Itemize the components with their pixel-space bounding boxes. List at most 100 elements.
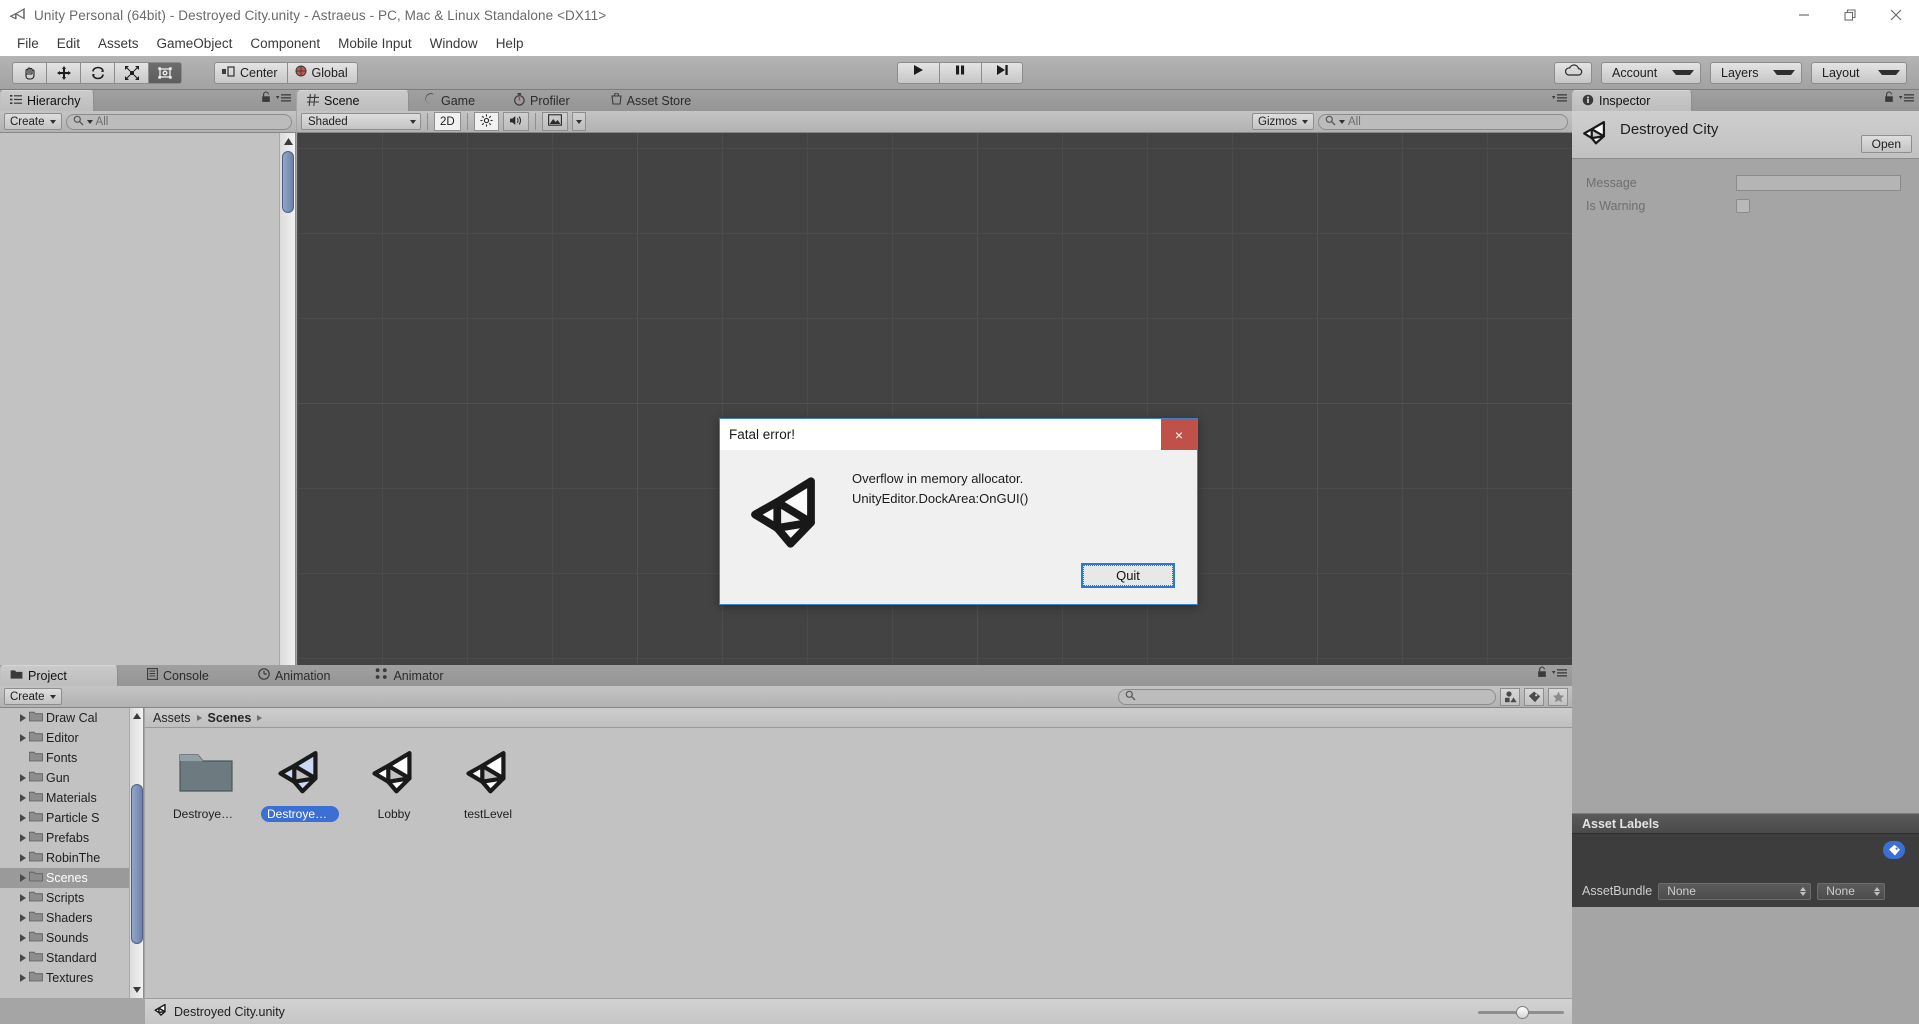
expand-triangle-icon[interactable] — [20, 794, 26, 802]
expand-triangle-icon[interactable] — [20, 974, 26, 982]
asset-item-scene-destroyed-city[interactable]: Destroyed ... — [261, 742, 339, 822]
breadcrumb-scenes[interactable]: Scenes — [208, 711, 252, 725]
project-create-button[interactable]: Create — [4, 688, 62, 705]
dialog-close-button[interactable]: × — [1161, 419, 1197, 450]
menu-help[interactable]: Help — [487, 33, 533, 54]
panel-menu-icon[interactable] — [1552, 665, 1567, 683]
rotate-tool-button[interactable] — [80, 61, 114, 84]
tree-row[interactable]: Standard — [0, 948, 143, 968]
tab-project[interactable]: Project — [0, 665, 118, 686]
label-tag-icon[interactable] — [1883, 841, 1905, 859]
pause-button[interactable] — [938, 61, 981, 84]
draw-mode-dropdown[interactable]: Shaded — [301, 113, 421, 130]
quit-button[interactable]: Quit — [1081, 563, 1175, 588]
tree-row[interactable]: Particle S — [0, 808, 143, 828]
scene-search-input[interactable]: All — [1318, 113, 1568, 130]
tree-row[interactable]: Shaders — [0, 908, 143, 928]
tree-row[interactable]: RobinThe — [0, 848, 143, 868]
scroll-up-icon[interactable] — [130, 708, 143, 724]
menu-gameobject[interactable]: GameObject — [148, 33, 242, 54]
scroll-up-icon[interactable] — [280, 133, 296, 149]
hand-tool-button[interactable] — [12, 61, 46, 84]
tab-animation[interactable]: Animation — [249, 665, 343, 686]
tab-hierarchy[interactable]: Hierarchy — [0, 90, 94, 111]
expand-triangle-icon[interactable] — [20, 774, 26, 782]
expand-triangle-icon[interactable] — [20, 834, 26, 842]
menu-component[interactable]: Component — [241, 33, 329, 54]
tab-console[interactable]: Console — [138, 665, 221, 686]
hierarchy-search-input[interactable]: All — [65, 113, 292, 130]
lock-icon[interactable] — [261, 90, 271, 108]
menu-edit[interactable]: Edit — [48, 33, 89, 54]
scrollbar-thumb[interactable] — [131, 784, 143, 944]
restore-icon[interactable] — [1827, 0, 1873, 30]
tree-row[interactable]: Editor — [0, 728, 143, 748]
project-folder-tree[interactable]: Draw Cal Editor Fonts Gun Materials Part… — [0, 708, 144, 998]
pivot-mode-button[interactable]: Center — [214, 61, 287, 84]
expand-triangle-icon[interactable] — [20, 734, 26, 742]
tab-animator[interactable]: Animator — [366, 665, 455, 686]
menu-assets[interactable]: Assets — [89, 33, 148, 54]
toggle-lighting-button[interactable] — [473, 112, 499, 131]
space-mode-button[interactable]: Global — [286, 61, 358, 84]
menu-mobile-input[interactable]: Mobile Input — [329, 33, 421, 54]
step-button[interactable] — [980, 61, 1023, 84]
message-field[interactable] — [1736, 174, 1901, 191]
assetbundle-variant-dropdown[interactable]: None — [1817, 882, 1886, 900]
asset-item-folder[interactable]: Destroyed ... — [167, 742, 245, 822]
scale-tool-button[interactable] — [114, 61, 148, 84]
tree-row-scenes[interactable]: Scenes — [0, 868, 143, 888]
tree-row[interactable]: Sounds — [0, 928, 143, 948]
filter-by-label-icon[interactable] — [1524, 687, 1544, 706]
expand-triangle-icon[interactable] — [20, 914, 26, 922]
minimize-icon[interactable] — [1781, 0, 1827, 30]
expand-triangle-icon[interactable] — [20, 714, 26, 722]
tab-profiler[interactable]: Profiler — [505, 90, 582, 111]
effects-dropdown-button[interactable] — [571, 112, 586, 131]
tab-game[interactable]: Game — [415, 90, 487, 111]
close-icon[interactable] — [1873, 0, 1919, 30]
move-tool-button[interactable] — [46, 61, 80, 84]
project-search-input[interactable] — [1118, 688, 1496, 705]
expand-triangle-icon[interactable] — [20, 894, 26, 902]
menu-window[interactable]: Window — [421, 33, 487, 54]
scrollbar-thumb[interactable] — [282, 151, 294, 213]
hierarchy-tree-area[interactable] — [0, 133, 296, 680]
project-tree-scrollbar[interactable] — [129, 708, 143, 998]
toggle-audio-button[interactable] — [502, 112, 529, 131]
toggle-effects-button[interactable] — [541, 112, 568, 131]
expand-triangle-icon[interactable] — [20, 954, 26, 962]
layout-dropdown[interactable]: Layout — [1811, 61, 1907, 84]
scroll-down-icon[interactable] — [130, 982, 143, 998]
slider-knob[interactable] — [1516, 1005, 1529, 1019]
expand-triangle-icon[interactable] — [20, 934, 26, 942]
panel-menu-icon[interactable] — [1899, 90, 1914, 108]
layers-dropdown[interactable]: Layers — [1710, 61, 1802, 84]
tree-row[interactable]: Scripts — [0, 888, 143, 908]
menu-file[interactable]: File — [8, 33, 48, 54]
gizmos-dropdown[interactable]: Gizmos — [1252, 113, 1314, 130]
asset-item-scene-lobby[interactable]: Lobby — [355, 742, 433, 822]
expand-triangle-icon[interactable] — [20, 874, 26, 882]
open-button[interactable]: Open — [1860, 135, 1912, 153]
asset-item-scene-testlevel[interactable]: testLevel — [449, 742, 527, 822]
expand-triangle-icon[interactable] — [20, 854, 26, 862]
panel-menu-icon[interactable] — [1552, 90, 1567, 108]
play-button[interactable] — [896, 61, 939, 84]
rect-transform-tool-button[interactable] — [148, 61, 182, 84]
tree-row[interactable]: Draw Cal — [0, 708, 143, 728]
tab-asset-store[interactable]: Asset Store — [602, 90, 704, 111]
favorites-star-icon[interactable] — [1548, 687, 1568, 706]
is-warning-checkbox[interactable] — [1736, 198, 1750, 213]
lock-icon[interactable] — [1884, 90, 1894, 108]
panel-menu-icon[interactable] — [276, 90, 291, 108]
breadcrumb-assets[interactable]: Assets — [153, 711, 191, 725]
cloud-services-button[interactable] — [1554, 61, 1592, 84]
tree-row[interactable]: Textures — [0, 968, 143, 988]
hierarchy-scrollbar[interactable] — [279, 133, 295, 680]
tab-inspector[interactable]: Inspector — [1572, 90, 1692, 111]
account-dropdown[interactable]: Account — [1601, 61, 1701, 84]
tab-scene[interactable]: Scene — [297, 90, 409, 111]
tree-row[interactable]: Fonts — [0, 748, 143, 768]
tree-row[interactable]: Materials — [0, 788, 143, 808]
